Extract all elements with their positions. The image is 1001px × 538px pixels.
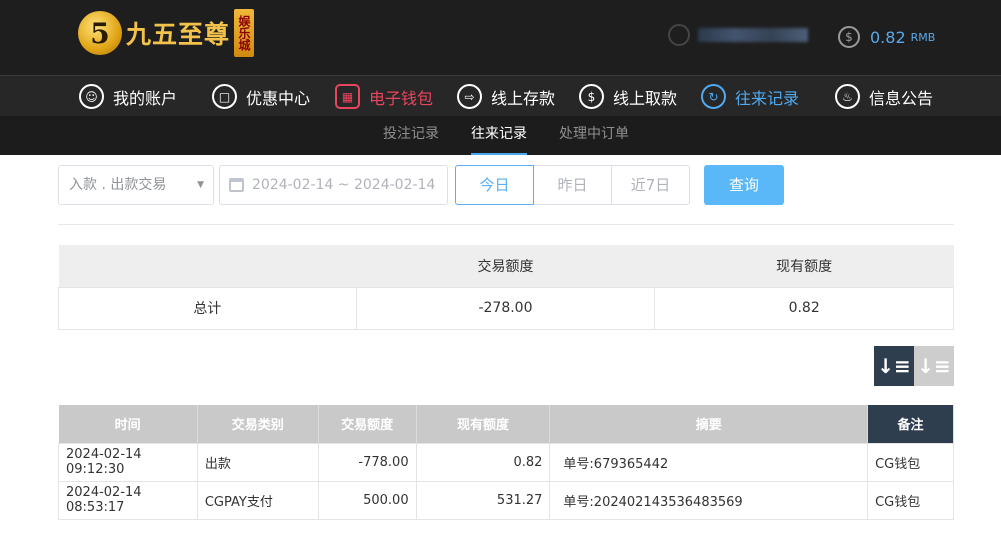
transaction-type-select[interactable]: 入款 . 出款交易 ▼ <box>58 165 214 205</box>
nav-label: 信息公告 <box>869 88 934 108</box>
last-7-days-button[interactable]: 近7日 <box>611 165 690 205</box>
balance-display: $ 0.82 RMB <box>838 26 935 48</box>
cell-balance: 531.27 <box>415 480 551 520</box>
nav-label: 往来记录 <box>735 88 800 108</box>
divider <box>58 224 954 225</box>
nav-e-wallet[interactable]: ▦ 电子钱包 <box>335 83 433 110</box>
gift-icon: □ <box>212 84 237 109</box>
cell-remark: CG钱包 <box>867 442 954 482</box>
date-range-value: 2024-02-14 ~ 2024-02-14 <box>252 177 436 193</box>
summary-table: 交易额度 现有额度 总计 -278.00 0.82 <box>58 245 954 330</box>
nav-label: 线上取款 <box>613 88 678 108</box>
summary-header-blank <box>58 245 357 287</box>
withdraw-icon: $ <box>579 84 604 109</box>
cell-time: 2024-02-14 08:53:17 <box>58 480 198 520</box>
nav-my-account[interactable]: ☺ 我的账户 <box>79 83 177 110</box>
nav-label: 线上存款 <box>491 88 556 108</box>
tab-pending-orders[interactable]: 处理中订单 <box>559 116 629 155</box>
summary-header-row: 交易额度 现有额度 <box>58 245 954 287</box>
table-row: 2024-02-14 09:12:30 出款 -778.00 0.82 单号:6… <box>58 442 954 482</box>
deposit-icon: ⇨ <box>457 84 482 109</box>
cell-type: 出款 <box>196 442 319 482</box>
summary-total-amount: -278.00 <box>355 286 656 330</box>
top-bar: 5 九五至尊 娱乐城 $ 0.82 RMB <box>0 0 1001 75</box>
logo-mark: 5 <box>78 11 122 55</box>
nav-label: 我的账户 <box>113 88 178 108</box>
coin-icon: $ <box>838 26 860 48</box>
main-nav: ☺ 我的账户 □ 优惠中心 ▦ 电子钱包 ⇨ 线上存款 $ 线上取款 ↻ 往来记… <box>0 75 1001 116</box>
nav-online-withdraw[interactable]: $ 线上取款 <box>579 83 677 110</box>
user-info[interactable] <box>668 24 808 46</box>
col-remark[interactable]: 备注 <box>867 405 954 443</box>
quick-date-group: 今日 昨日 近7日 <box>455 165 690 205</box>
tab-bet-records[interactable]: 投注记录 <box>383 116 439 155</box>
transaction-type-value: 入款 . 出款交易 <box>69 177 167 193</box>
cell-balance: 0.82 <box>415 442 551 482</box>
col-time[interactable]: 时间 <box>58 405 198 443</box>
cell-type: CGPAY支付 <box>196 480 319 520</box>
sort-buttons: ↓≡ ↓≡ <box>874 346 954 386</box>
cell-amount: -778.00 <box>317 442 417 482</box>
sub-nav: 投注记录 往来记录 处理中订单 <box>0 116 1001 155</box>
summary-total-label: 总计 <box>58 286 357 330</box>
cell-time: 2024-02-14 09:12:30 <box>58 442 198 482</box>
summary-header-amount: 交易额度 <box>356 245 655 287</box>
brand-tag: 娱乐城 <box>234 9 255 57</box>
chevron-down-icon: ▼ <box>197 180 204 190</box>
records-icon: ↻ <box>701 84 726 109</box>
sort-ascending-button[interactable]: ↓≡ <box>914 346 954 386</box>
sort-descending-button[interactable]: ↓≡ <box>874 346 914 386</box>
calendar-icon <box>229 178 244 192</box>
query-button[interactable]: 查询 <box>704 165 784 205</box>
wallet-icon: ▦ <box>335 84 360 109</box>
cell-summary: 单号:679365442 <box>549 442 869 482</box>
cell-remark: CG钱包 <box>867 480 954 520</box>
summary-row: 总计 -278.00 0.82 <box>58 286 954 330</box>
brand-logo[interactable]: 5 九五至尊 娱乐城 <box>78 9 255 57</box>
nav-transaction-records[interactable]: ↻ 往来记录 <box>701 83 799 110</box>
table-row: 2024-02-14 08:53:17 CGPAY支付 500.00 531.2… <box>58 480 954 520</box>
nav-promotions[interactable]: □ 优惠中心 <box>212 83 310 110</box>
nav-online-deposit[interactable]: ⇨ 线上存款 <box>457 83 555 110</box>
user-icon: ☺ <box>79 84 104 109</box>
records-table: 时间 交易类别 交易额度 现有额度 摘要 备注 2024-02-14 09:12… <box>58 405 954 520</box>
cell-amount: 500.00 <box>317 480 417 520</box>
summary-header-balance: 现有额度 <box>654 245 954 287</box>
brand-name: 九五至尊 <box>126 20 231 49</box>
today-button[interactable]: 今日 <box>455 165 534 205</box>
sort-desc-icon: ↓≡ <box>877 354 911 378</box>
col-balance[interactable]: 现有额度 <box>416 405 551 443</box>
balance-value: 0.82 <box>870 27 906 47</box>
summary-total-balance: 0.82 <box>654 286 954 330</box>
user-avatar-icon <box>668 24 690 46</box>
cell-summary: 单号:20240214353648356​9 <box>549 480 869 520</box>
tab-transaction-records[interactable]: 往来记录 <box>471 116 527 155</box>
date-range-picker[interactable]: 2024-02-14 ~ 2024-02-14 <box>219 165 448 205</box>
records-header-row: 时间 交易类别 交易额度 现有额度 摘要 备注 <box>58 405 954 443</box>
username-redacted <box>698 28 808 42</box>
col-type[interactable]: 交易类别 <box>197 405 319 443</box>
nav-label: 电子钱包 <box>369 88 434 108</box>
sort-asc-icon: ↓≡ <box>917 354 951 378</box>
col-amount[interactable]: 交易额度 <box>318 405 417 443</box>
col-summary[interactable]: 摘要 <box>549 405 869 443</box>
nav-announcements[interactable]: ♨ 信息公告 <box>835 83 933 110</box>
bell-icon: ♨ <box>835 84 860 109</box>
nav-label: 优惠中心 <box>246 88 311 108</box>
yesterday-button[interactable]: 昨日 <box>533 165 612 205</box>
balance-currency: RMB <box>910 30 936 44</box>
